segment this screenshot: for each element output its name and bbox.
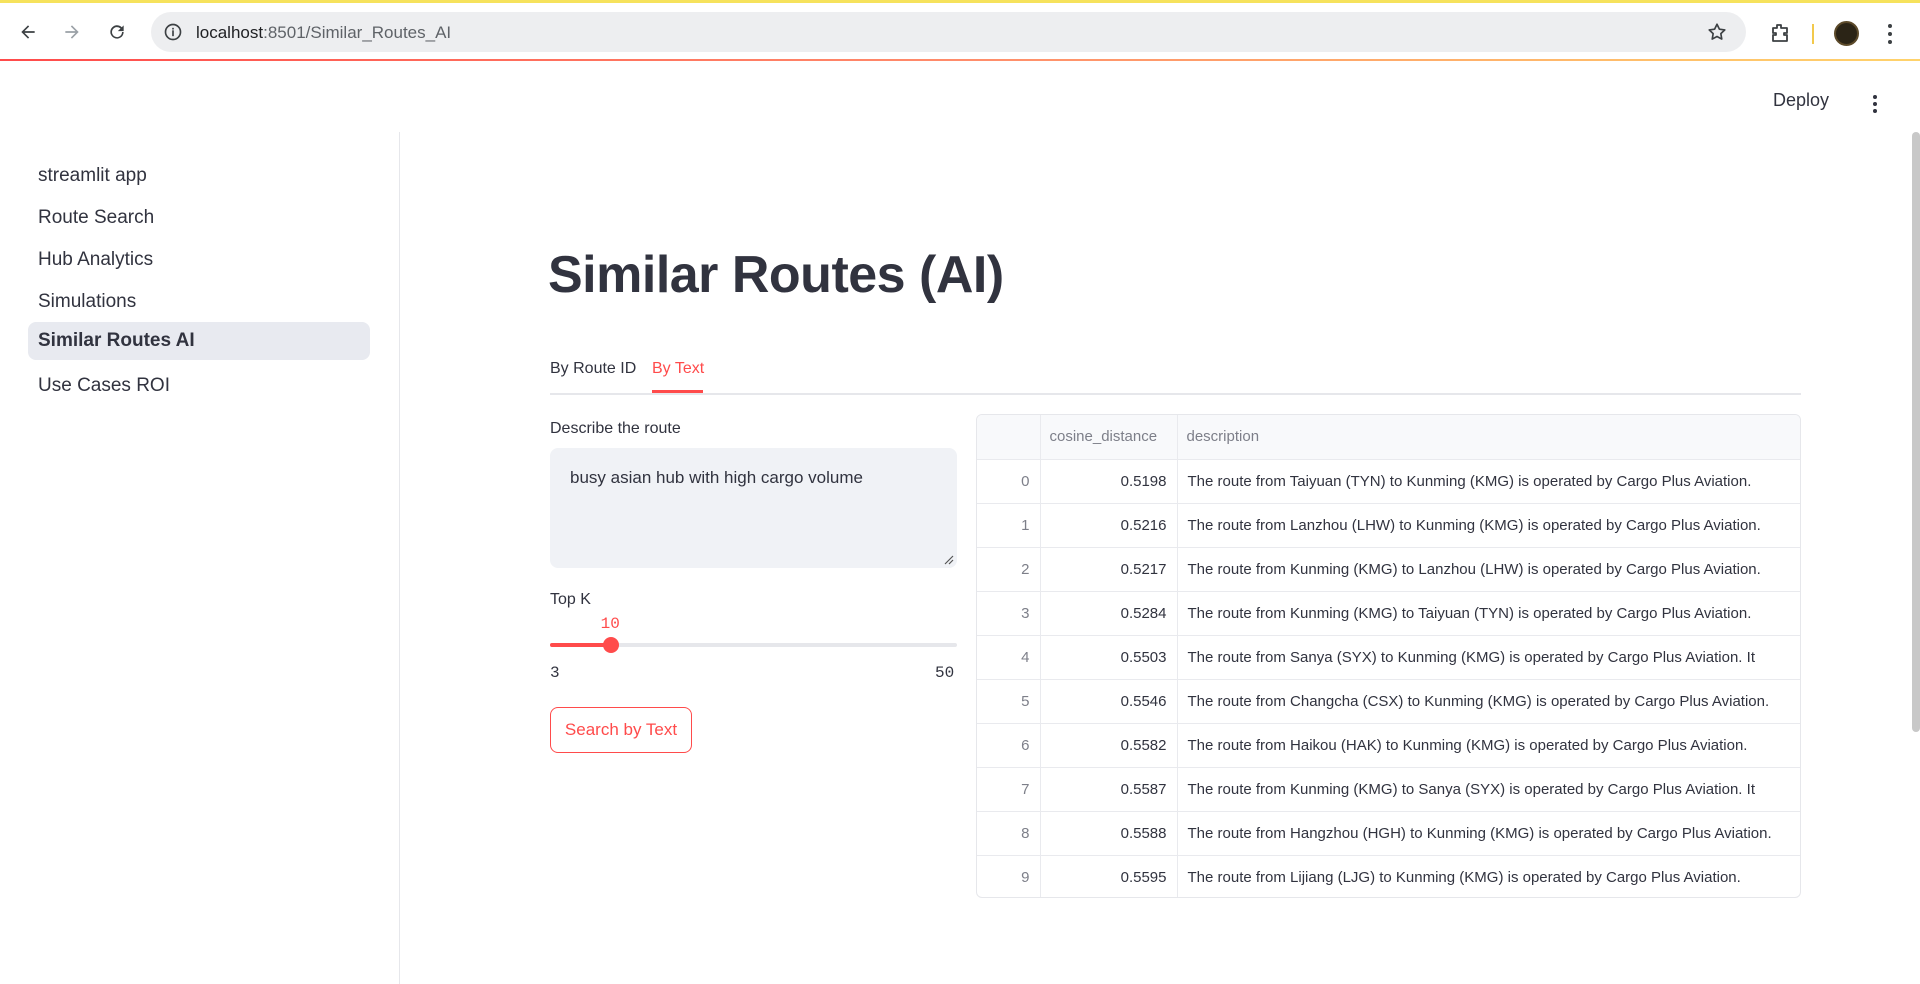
cosine-distance-cell[interactable]: 0.5587 (1040, 767, 1178, 812)
page-title: Similar Routes (AI) (548, 246, 1004, 304)
bookmark-star-icon[interactable] (1706, 21, 1728, 43)
cosine-distance-cell[interactable]: 0.5216 (1040, 503, 1178, 548)
reload-icon (110, 25, 124, 39)
results-table[interactable]: cosine_distance description 0 0.5198 The r… (976, 414, 1801, 898)
table-body: 0 0.5198 The route from Taiyuan (TYN) to K… (977, 459, 1800, 897)
sidebar: streamlit app Route Search Hub Analytics… (0, 132, 400, 984)
description-cell[interactable]: The route from Sanya (SYX) to Kunming (K… (1177, 635, 1800, 680)
top-k-slider-fill (550, 643, 611, 647)
table-row[interactable]: 5 0.5546 The route from Changcha (CSX) to … (977, 679, 1800, 724)
sidebar-item-streamlit-app[interactable]: streamlit app (28, 157, 370, 195)
cosine-distance-cell[interactable]: 0.5595 (1040, 855, 1178, 897)
top-k-max: 50 (935, 664, 955, 682)
forward-arrow-icon (65, 25, 79, 39)
active-tab-indicator (652, 390, 703, 393)
table-row[interactable]: 1 0.5216 The route from Lanzhou (LHW) to K… (977, 503, 1800, 548)
row-index[interactable]: 8 (977, 811, 1041, 856)
cosine-distance-cell[interactable]: 0.5198 (1040, 459, 1178, 504)
row-index[interactable]: 4 (977, 635, 1041, 680)
table-row[interactable]: 9 0.5595 The route from Lijiang (LJG) to K… (977, 855, 1800, 897)
app-menu-icon[interactable] (1870, 93, 1880, 115)
table-row[interactable]: 0 0.5198 The route from Taiyuan (TYN) to K… (977, 459, 1800, 504)
top-k-min: 3 (550, 664, 560, 682)
resize-handle-icon[interactable] (944, 555, 954, 565)
description-cell[interactable]: The route from Haikou (HAK) to Kunming (… (1177, 723, 1800, 768)
url-text: localhost:8501/Similar_Routes_AI (196, 23, 451, 43)
site-info-icon[interactable] (163, 22, 183, 42)
cosine-distance-cell[interactable]: 0.5284 (1040, 591, 1178, 636)
row-index[interactable]: 7 (977, 767, 1041, 812)
description-cell[interactable]: The route from Hangzhou (HGH) to Kunming… (1177, 811, 1800, 856)
sidebar-item-hub-analytics[interactable]: Hub Analytics (28, 241, 370, 279)
tab-by-route-id[interactable]: By Route ID (550, 360, 636, 393)
top-k-value: 10 (600, 615, 620, 633)
search-by-text-button[interactable]: Search by Text (550, 707, 692, 753)
cosine-distance-cell[interactable]: 0.5582 (1040, 723, 1178, 768)
table-row[interactable]: 4 0.5503 The route from Sanya (SYX) to Kun… (977, 635, 1800, 680)
table-row[interactable]: 6 0.5582 The route from Haikou (HAK) to Ku… (977, 723, 1800, 768)
description-cell[interactable]: The route from Lanzhou (LHW) to Kunming … (1177, 503, 1800, 548)
sidebar-item-route-search[interactable]: Route Search (28, 199, 370, 237)
description-cell[interactable]: The route from Kunming (KMG) to Sanya (S… (1177, 767, 1800, 812)
table-row[interactable]: 8 0.5588 The route from Hangzhou (HGH) to … (977, 811, 1800, 856)
row-index[interactable]: 5 (977, 679, 1041, 724)
row-index[interactable]: 0 (977, 459, 1041, 504)
row-index[interactable]: 9 (977, 855, 1041, 897)
forward-button[interactable] (58, 18, 86, 46)
top-k-label: Top K (550, 591, 591, 608)
toolbar-divider (1812, 24, 1814, 44)
column-header-index[interactable] (977, 415, 1041, 460)
column-header-description[interactable]: description (1177, 415, 1800, 460)
reload-button[interactable] (103, 18, 131, 46)
tab-bar: By Route ID By Text (550, 356, 1801, 395)
header-decoration-line (0, 59, 1920, 61)
top-k-slider-thumb[interactable] (602, 637, 619, 653)
sidebar-item-similar-routes-ai[interactable]: Similar Routes AI (28, 322, 370, 360)
description-cell[interactable]: The route from Changcha (CSX) to Kunming… (1177, 679, 1800, 724)
describe-route-label: Describe the route (550, 420, 681, 437)
back-button[interactable] (14, 18, 42, 46)
table-row[interactable]: 3 0.5284 The route from Kunming (KMG) to T… (977, 591, 1800, 636)
address-bar[interactable]: localhost:8501/Similar_Routes_AI (151, 12, 1746, 52)
deploy-button[interactable]: Deploy (1773, 90, 1829, 111)
table-row[interactable]: 2 0.5217 The route from Kunming (KMG) to L… (977, 547, 1800, 592)
url-path: :8501/Similar_Routes_AI (263, 23, 452, 42)
sidebar-item-simulations[interactable]: Simulations (28, 283, 370, 321)
table-header-row: cosine_distance description (977, 415, 1800, 460)
tab-by-text[interactable]: By Text (652, 360, 704, 393)
page-scrollbar[interactable] (1912, 132, 1920, 732)
profile-avatar[interactable] (1834, 21, 1859, 46)
kebab-menu-icon[interactable] (1885, 21, 1895, 47)
description-cell[interactable]: The route from Kunming (KMG) to Lanzhou … (1177, 547, 1800, 592)
description-cell[interactable]: The route from Lijiang (LJG) to Kunming … (1177, 855, 1800, 897)
table-row[interactable]: 7 0.5587 The route from Kunming (KMG) to S… (977, 767, 1800, 812)
description-cell[interactable]: The route from Kunming (KMG) to Taiyuan … (1177, 591, 1800, 636)
back-arrow-icon (21, 25, 35, 39)
row-index[interactable]: 6 (977, 723, 1041, 768)
cosine-distance-cell[interactable]: 0.5217 (1040, 547, 1178, 592)
row-index[interactable]: 3 (977, 591, 1041, 636)
description-cell[interactable]: The route from Taiyuan (TYN) to Kunming … (1177, 459, 1800, 504)
cosine-distance-cell[interactable]: 0.5546 (1040, 679, 1178, 724)
extensions-icon[interactable] (1768, 21, 1792, 45)
url-host: localhost (196, 23, 264, 42)
sidebar-item-use-cases-roi[interactable]: Use Cases ROI (28, 367, 370, 405)
browser-toolbar: localhost:8501/Similar_Routes_AI (0, 3, 1920, 58)
row-index[interactable]: 2 (977, 547, 1041, 592)
cosine-distance-cell[interactable]: 0.5503 (1040, 635, 1178, 680)
cosine-distance-cell[interactable]: 0.5588 (1040, 811, 1178, 856)
column-header-cosine-distance[interactable]: cosine_distance (1040, 415, 1178, 460)
describe-route-textarea[interactable]: busy asian hub with high cargo volume (550, 448, 957, 568)
row-index[interactable]: 1 (977, 503, 1041, 548)
